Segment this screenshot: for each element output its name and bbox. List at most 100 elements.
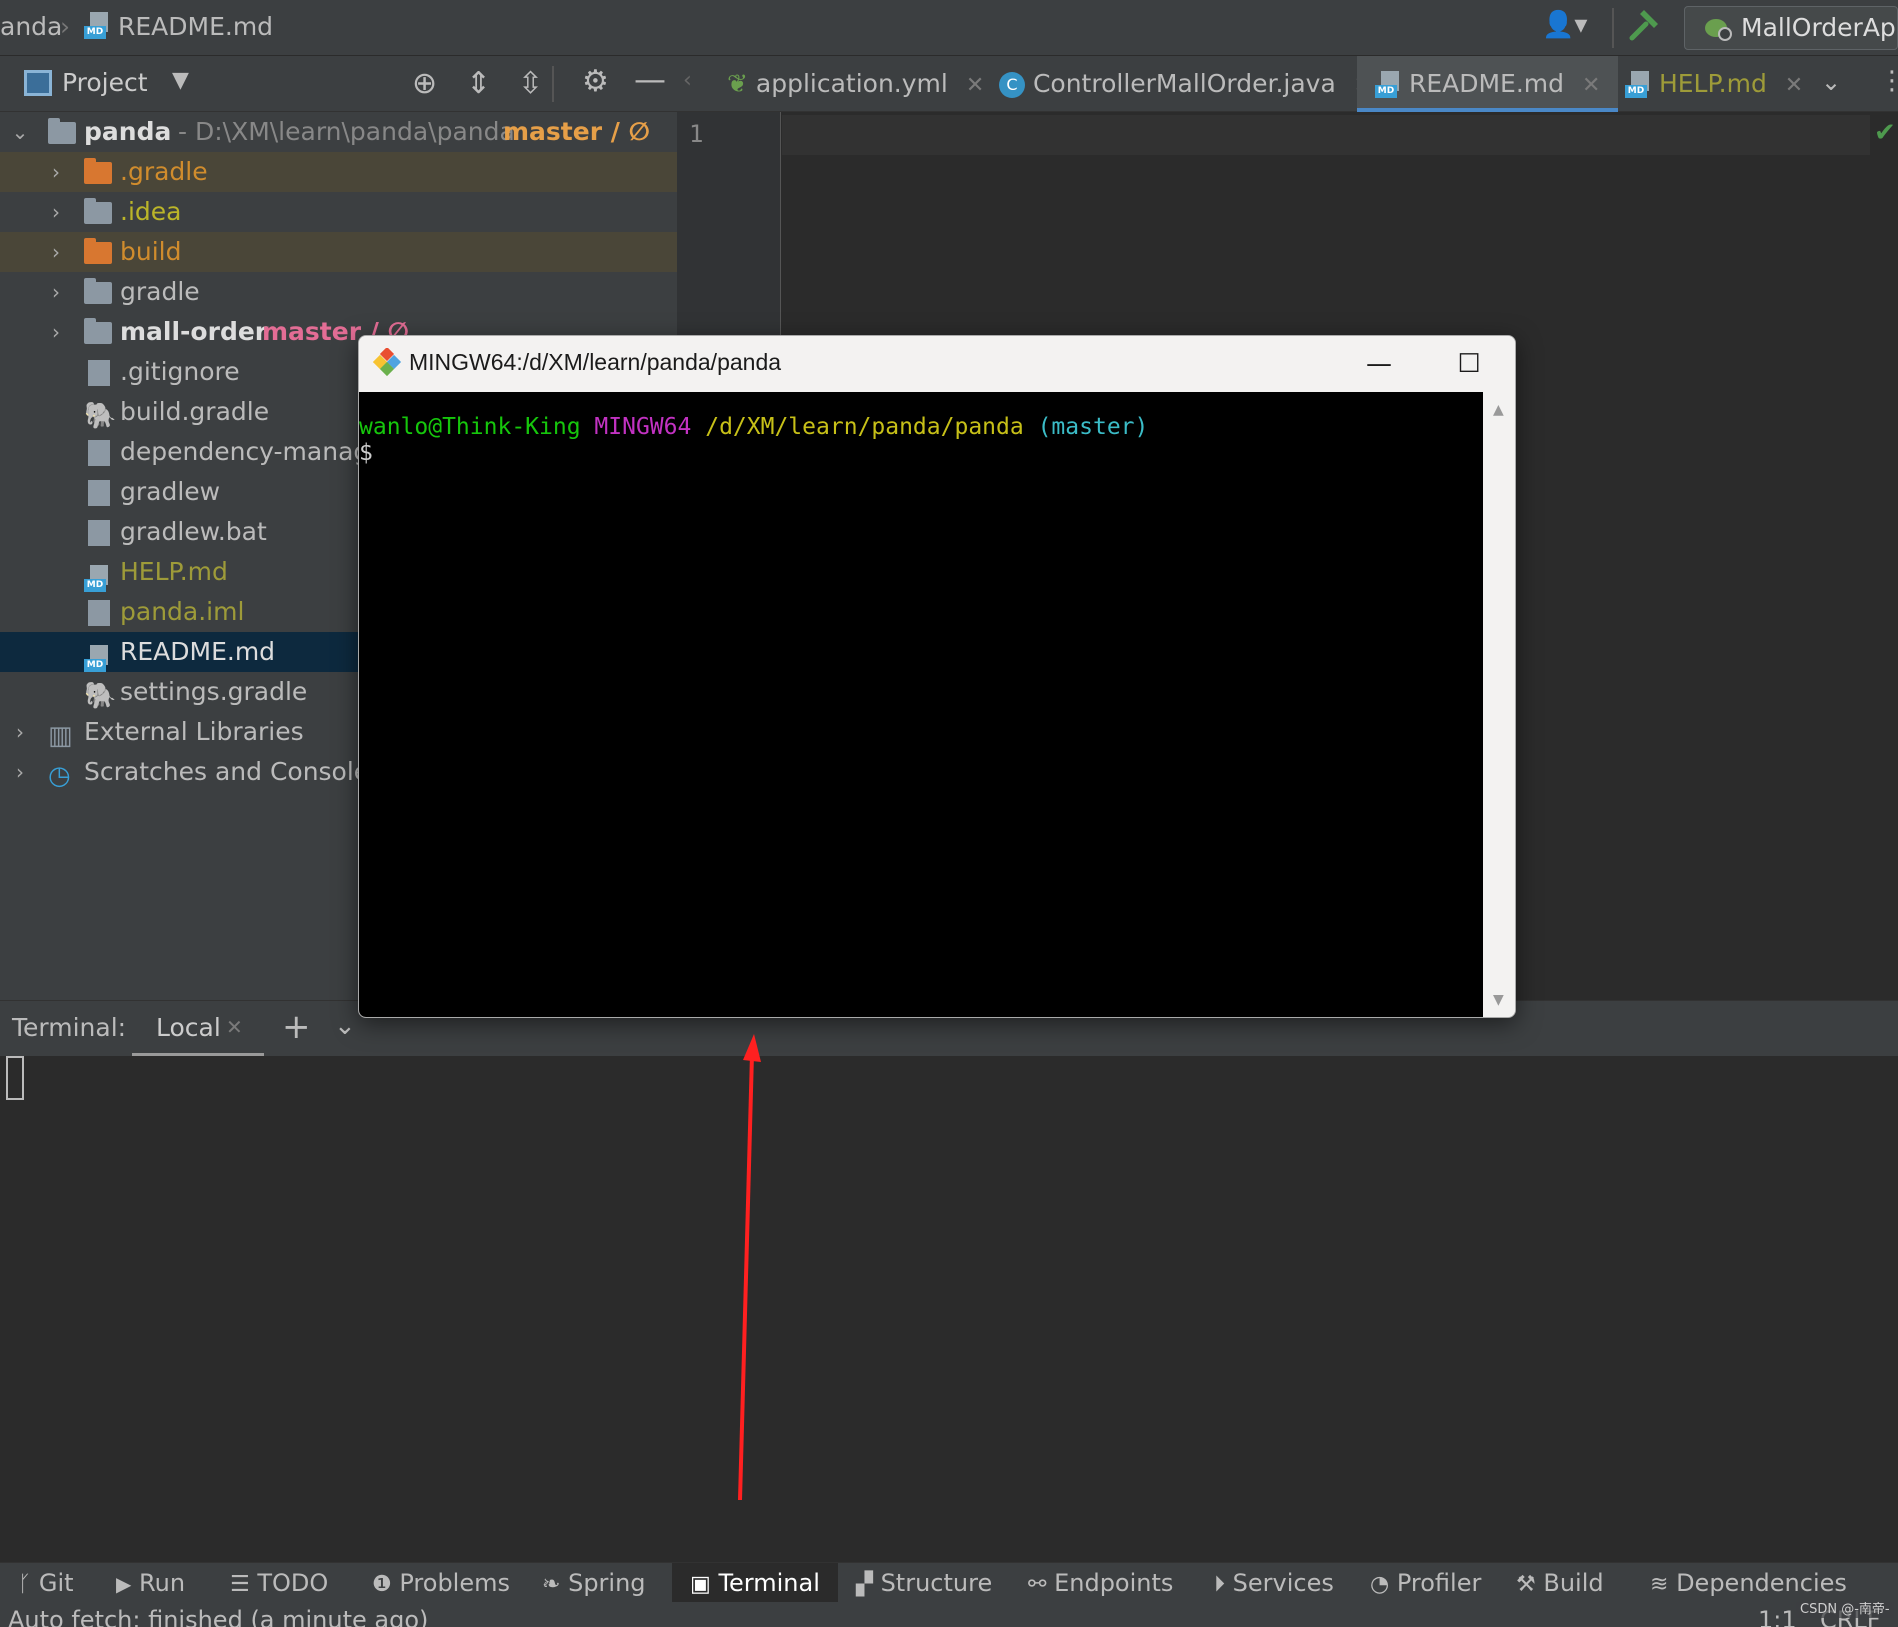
line-number: 1 [689, 120, 704, 148]
scroll-down-arrow-icon[interactable]: ▼ [1493, 992, 1504, 1008]
build-hammer-icon[interactable] [1626, 8, 1666, 48]
caret-position[interactable]: 1:1 [1758, 1608, 1797, 1627]
tool-run[interactable]: ▶ Run [108, 1563, 193, 1603]
close-icon[interactable]: ✕ [226, 1015, 243, 1039]
tab-help-md[interactable]: MD HELP.md ✕ [1615, 56, 1813, 112]
close-icon[interactable]: ✕ [1582, 73, 1600, 98]
tab-list-chevron-down-icon[interactable]: ⌄ [1821, 68, 1841, 96]
chevron-down-icon[interactable]: ⌄ [10, 112, 30, 152]
tool-problems[interactable]: ❶ Problems [364, 1563, 518, 1603]
terminal-title: Terminal: [12, 1013, 127, 1042]
mingw64-console[interactable]: wanlo@Think-King MINGW64 /d/XM/learn/pan… [359, 392, 1483, 1017]
tree-root-panda[interactable]: ⌄ panda - D:\XM\learn\panda\panda master… [0, 112, 677, 152]
tool-label: Build [1543, 1569, 1604, 1597]
folder-icon [84, 278, 112, 304]
chevron-right-icon[interactable]: › [46, 272, 66, 312]
tool-spring[interactable]: ❧ Spring [534, 1563, 654, 1603]
scroll-up-arrow-icon[interactable]: ▲ [1493, 402, 1504, 418]
tree-item-label: README.md [120, 637, 276, 666]
mingw64-scrollbar[interactable]: ▲ ▼ [1483, 392, 1515, 1017]
terminal-cursor [6, 1056, 24, 1100]
no-problems-check-icon[interactable]: ✔ [1874, 118, 1896, 148]
spring-leaf-icon: ❧ [542, 1572, 561, 1597]
tab-application-yml[interactable]: ❦ application.yml ✕ [717, 56, 994, 112]
profiler-icon: ◔ [1370, 1572, 1390, 1597]
close-icon[interactable]: ✕ [966, 73, 984, 98]
tool-label: Terminal [718, 1569, 820, 1597]
tool-label: Git [38, 1569, 74, 1597]
tool-build[interactable]: ⚒ Build [1508, 1563, 1612, 1603]
mingw64-window[interactable]: MINGW64:/d/XM/learn/panda/panda — ☐ ✕ wa… [358, 335, 1516, 1018]
tool-window-bar: ᚴ Git ▶ Run ☰ TODO ❶ Problems ❧ Spring ▣… [0, 1562, 1898, 1603]
tab-readme-md[interactable]: MD README.md ✕ [1357, 56, 1619, 112]
tree-item-build[interactable]: › build [0, 232, 677, 272]
mingw64-titlebar[interactable]: MINGW64:/d/XM/learn/panda/panda — ☐ ✕ [359, 336, 1515, 392]
tool-label: TODO [257, 1569, 329, 1597]
module-file-icon [88, 600, 110, 626]
module-folder-icon [84, 318, 112, 344]
maximize-icon[interactable]: ☐ [1449, 344, 1489, 384]
tool-structure[interactable]: ▞ Structure [848, 1563, 1000, 1603]
terminal-output[interactable] [0, 1056, 1898, 1562]
tree-item-label: mall-order [120, 317, 268, 346]
chevron-down-icon[interactable]: ▼ [172, 68, 189, 93]
expand-all-icon[interactable]: ⇕ [466, 66, 491, 101]
ignore-file-icon [88, 360, 110, 386]
chevron-right-icon[interactable]: › [46, 232, 66, 272]
collapse-all-icon[interactable]: ⇳ [518, 66, 543, 101]
more-options-icon[interactable]: ⋮ [1879, 66, 1898, 96]
gear-icon[interactable]: ⚙ [582, 64, 609, 99]
run-play-icon: ▶ [116, 1572, 132, 1596]
tree-root-name: panda [84, 117, 172, 146]
tool-terminal[interactable]: ▣ Terminal [672, 1563, 838, 1603]
spring-config-icon: ❦ [727, 69, 748, 98]
tool-label: Run [139, 1569, 186, 1597]
tool-label: Services [1232, 1569, 1334, 1597]
prompt-path: /d/XM/learn/panda/panda [705, 414, 1024, 440]
prompt-env: MINGW64 [594, 414, 692, 440]
chevron-right-icon[interactable]: › [46, 152, 66, 192]
excluded-folder-icon [84, 158, 112, 184]
tree-item-idea[interactable]: › .idea [0, 192, 677, 232]
tree-item-gradle[interactable]: › gradle [0, 272, 677, 312]
terminal-options-chevron-down-icon[interactable]: ⌄ [334, 1011, 356, 1041]
scroll-tabs-left-icon[interactable]: ‹ [683, 68, 692, 93]
chevron-right-icon[interactable]: › [46, 312, 66, 352]
tool-endpoints[interactable]: ⚯ Endpoints [1020, 1563, 1181, 1603]
tool-profiler[interactable]: ◔ Profiler [1362, 1563, 1489, 1603]
tool-services[interactable]: ⏵ Services [1206, 1563, 1342, 1603]
tool-todo[interactable]: ☰ TODO [222, 1563, 336, 1603]
tool-dependencies[interactable]: ≋ Dependencies [1642, 1563, 1855, 1603]
endpoints-icon: ⚯ [1028, 1572, 1047, 1597]
tree-root-branch: master / ∅ [503, 117, 650, 146]
breadcrumb-file[interactable]: README.md [118, 12, 273, 41]
locate-file-icon[interactable]: ⊕ [412, 66, 437, 101]
chevron-right-icon[interactable]: › [46, 192, 66, 232]
editor-tab-bar: ‹ ❦ application.yml ✕ C ControllerMallOr… [677, 56, 1898, 112]
hide-panel-icon[interactable]: — [634, 60, 666, 98]
breadcrumb-separator: › [60, 12, 70, 41]
new-terminal-plus-icon[interactable]: + [282, 1007, 311, 1047]
toolbar-divider [1612, 8, 1614, 48]
markdown-file-icon: MD [1375, 71, 1401, 99]
prompt-symbol: $ [359, 440, 373, 466]
excluded-folder-icon [84, 238, 112, 264]
close-icon[interactable]: ✕ [1785, 73, 1803, 98]
tree-item-gradle-cache[interactable]: › .gradle [0, 152, 677, 192]
tree-item-label: Scratches and Consoles [84, 757, 383, 786]
breadcrumb-project[interactable]: anda [0, 12, 62, 41]
minimize-icon[interactable]: — [1359, 344, 1399, 384]
chevron-right-icon[interactable]: › [10, 712, 30, 752]
chevron-right-icon[interactable]: › [10, 752, 30, 792]
project-panel-title[interactable]: Project [62, 68, 148, 97]
tab-controller-mall-order[interactable]: C ControllerMallOrder.java ✕ [989, 56, 1382, 112]
warning-circle-icon: ❶ [372, 1572, 392, 1597]
terminal-tab-local[interactable]: Local ✕ [132, 1001, 264, 1057]
run-config-selector[interactable]: MallOrderApp [1684, 6, 1898, 50]
user-account-icon[interactable]: 👤▾ [1542, 10, 1596, 46]
build-hammer-icon: ⚒ [1516, 1572, 1536, 1597]
tool-git[interactable]: ᚴ Git [10, 1563, 82, 1603]
status-message[interactable]: Auto fetch: finished (a minute ago) [8, 1608, 428, 1627]
tree-item-label: HELP.md [120, 557, 228, 586]
current-line-highlight [782, 115, 1870, 155]
